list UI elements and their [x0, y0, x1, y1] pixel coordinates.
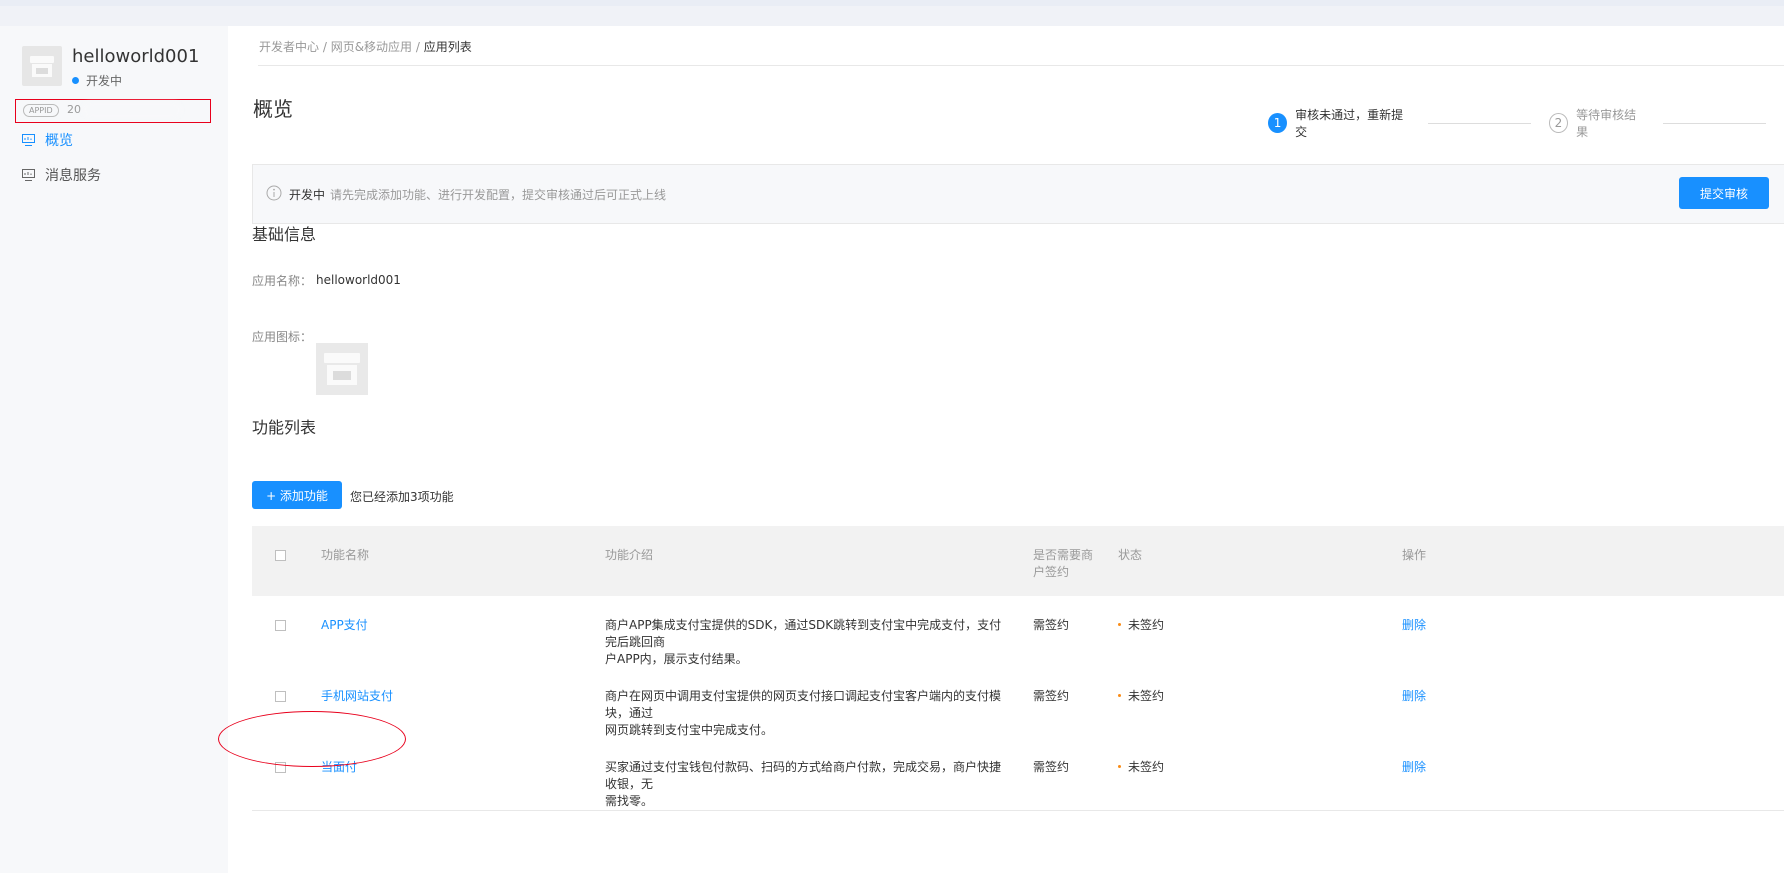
delete-link[interactable]: 删除 — [1402, 688, 1426, 705]
page-title: 概览 — [253, 97, 293, 121]
status-dot — [72, 77, 79, 84]
table-row: APP支付 商户APP集成支付宝提供的SDK，通过SDK跳转到支付宝中完成支付，… — [252, 597, 1784, 669]
app-name-label: 应用名称： — [252, 274, 313, 288]
basic-info-title: 基础信息 — [252, 225, 317, 244]
sign-status: 未签约 — [1118, 688, 1164, 705]
nav-item-label: 概览 — [45, 133, 73, 149]
header-sign-line1: 是否需要商 — [1033, 548, 1094, 562]
breadcrumb-sep: / — [319, 40, 331, 54]
feature-description: 商户在网页中调用支付宝提供的网页支付接口调起支付宝客户端内的支付模块，通过 网页… — [605, 688, 1011, 739]
sign-required: 需签约 — [1033, 760, 1070, 774]
store-icon — [30, 56, 54, 77]
sidebar: helloworld001 开发中 APPID 20 概览 消息服务 — [0, 26, 228, 873]
breadcrumb-current: 应用列表 — [423, 40, 472, 54]
row-checkbox[interactable] — [275, 691, 286, 702]
sign-status-text: 未签约 — [1128, 689, 1165, 703]
nav-item-label: 消息服务 — [45, 168, 101, 184]
table-header: 功能名称 功能介绍 是否需要商 户签约 状态 操作 — [252, 526, 1784, 596]
row-checkbox[interactable] — [275, 620, 286, 631]
top-strip — [0, 0, 1784, 26]
app-icon — [316, 343, 368, 395]
store-icon — [324, 353, 360, 385]
header-action: 操作 — [1402, 548, 1427, 562]
chart-monitor-icon — [22, 169, 35, 181]
app-icon-label: 应用图标： — [252, 330, 313, 344]
step-label-2: 等待审核结果 — [1576, 108, 1637, 139]
top-strip-band — [0, 0, 1784, 6]
sign-status: 未签约 — [1118, 759, 1164, 776]
breadcrumb-divider — [258, 65, 1784, 66]
header-sign: 是否需要商 户签约 — [1033, 547, 1093, 581]
delete-link[interactable]: 删除 — [1402, 759, 1426, 776]
step-label-1: 审核未通过，重新提交 — [1295, 108, 1404, 139]
info-icon — [266, 185, 282, 204]
breadcrumb-sep: / — [412, 40, 424, 54]
feature-name-link[interactable]: APP支付 — [321, 617, 368, 634]
appid-tag: APPID — [23, 104, 59, 117]
select-all-checkbox[interactable] — [275, 550, 286, 561]
delete-link[interactable]: 删除 — [1402, 617, 1426, 634]
submit-review-button[interactable]: 提交审核 — [1679, 177, 1769, 209]
step-number-1: 1 — [1268, 113, 1288, 133]
appid-value: 20 — [67, 103, 81, 116]
status-dot — [1118, 694, 1121, 697]
feature-description: 商户APP集成支付宝提供的SDK，通过SDK跳转到支付宝中完成支付，支付完后跳回… — [605, 617, 1011, 668]
step-number-2: 2 — [1548, 113, 1569, 133]
feature-list-title: 功能列表 — [252, 418, 317, 437]
feature-description-line2: 网页跳转到支付宝中完成支付。 — [605, 723, 774, 737]
breadcrumb-mid[interactable]: 网页&移动应用 — [331, 40, 412, 54]
appid-annotation-box: APPID 20 — [15, 99, 211, 123]
header-sign-line2: 户签约 — [1033, 565, 1070, 579]
step-connector — [1427, 122, 1531, 124]
header-name: 功能名称 — [321, 548, 370, 562]
feature-description-line2: 需找零。 — [605, 794, 654, 808]
feature-description-line1: 买家通过支付宝钱包付款码、扫码的方式给商户付款，完成交易，商户快捷收银，无 — [605, 760, 1002, 791]
feature-description: 买家通过支付宝钱包付款码、扫码的方式给商户付款，完成交易，商户快捷收银，无 需找… — [605, 759, 1011, 810]
feature-description-line2: 户APP内，展示支付结果。 — [605, 652, 748, 666]
app-name: helloworld001 — [72, 46, 200, 67]
feature-description-line1: 商户在网页中调用支付宝提供的网页支付接口调起支付宝客户端内的支付模块，通过 — [605, 689, 1002, 720]
notice-text: 请先完成添加功能、进行开发配置，提交审核通过后可正式上线 — [330, 188, 667, 202]
nav-item-overview[interactable]: 概览 — [22, 130, 73, 150]
status-notice: 开发中 请先完成添加功能、进行开发配置，提交审核通过后可正式上线 提交审核 — [252, 164, 1784, 224]
add-feature-button[interactable]: + 添加功能 — [252, 481, 342, 509]
header-intro: 功能介绍 — [605, 548, 654, 562]
step-connector — [1662, 122, 1767, 124]
annotation-ellipse — [218, 711, 406, 767]
sign-required: 需签约 — [1033, 689, 1070, 703]
breadcrumb-root[interactable]: 开发者中心 — [259, 40, 319, 54]
feature-count: 您已经添加3项功能 — [350, 490, 454, 504]
sign-required: 需签约 — [1033, 618, 1070, 632]
app-avatar — [22, 46, 62, 86]
app-name-value: helloworld001 — [316, 273, 401, 287]
app-status: 开发中 — [72, 72, 122, 89]
sign-status-text: 未签约 — [1128, 760, 1165, 774]
notice-status: 开发中 — [289, 188, 326, 202]
review-steps: 1 审核未通过，重新提交 2 等待审核结果 — [1268, 106, 1784, 140]
main-content: 开发者中心 / 网页&移动应用 / 应用列表 概览 1 审核未通过，重新提交 2… — [250, 26, 1784, 873]
breadcrumb: 开发者中心 / 网页&移动应用 / 应用列表 — [259, 38, 472, 55]
status-dot — [1118, 765, 1121, 768]
monitor-icon — [22, 134, 35, 146]
table-row: 手机网站支付 商户在网页中调用支付宝提供的网页支付接口调起支付宝客户端内的支付模… — [252, 668, 1784, 740]
sign-status-text: 未签约 — [1128, 618, 1165, 632]
header-status: 状态 — [1118, 548, 1143, 562]
feature-description-line1: 商户APP集成支付宝提供的SDK，通过SDK跳转到支付宝中完成支付，支付完后跳回… — [605, 618, 1002, 649]
status-dot — [1118, 623, 1121, 626]
feature-name-link[interactable]: 手机网站支付 — [321, 688, 393, 705]
sign-status: 未签约 — [1118, 617, 1164, 634]
table-row: 当面付 买家通过支付宝钱包付款码、扫码的方式给商户付款，完成交易，商户快捷收银，… — [252, 739, 1784, 811]
appid-redaction — [82, 102, 182, 118]
nav-item-message-service[interactable]: 消息服务 — [22, 165, 101, 185]
app-status-text: 开发中 — [86, 74, 123, 88]
